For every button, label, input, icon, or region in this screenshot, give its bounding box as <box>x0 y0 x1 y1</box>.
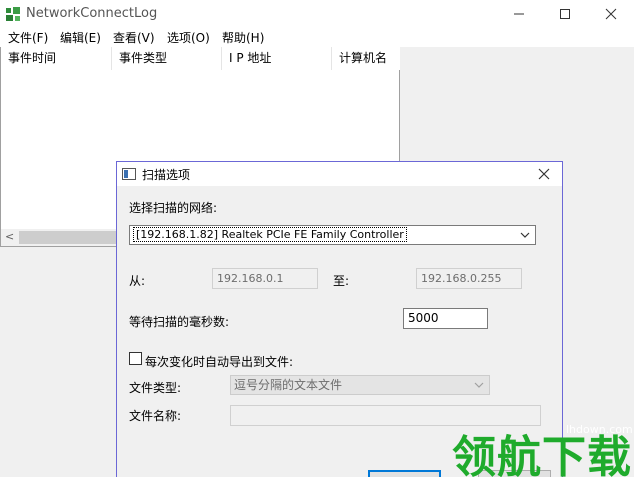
network-select[interactable]: [192.168.1.82] Realtek PCIe FE Family Co… <box>129 225 536 245</box>
to-label: 至: <box>333 274 350 288</box>
scroll-left-icon[interactable]: < <box>5 230 14 243</box>
file-type-value: 逗号分隔的文本文件 <box>234 378 343 392</box>
file-type-select: 逗号分隔的文本文件 <box>230 375 490 395</box>
minimize-button[interactable] <box>496 0 542 28</box>
from-label: 从: <box>129 274 146 288</box>
menu-edit[interactable]: 编辑(E) <box>60 29 101 46</box>
wait-ms-input[interactable]: 5000 <box>403 308 488 329</box>
export-checkbox[interactable] <box>129 352 142 365</box>
dialog-title: 扫描选项 <box>142 168 191 182</box>
menu-help[interactable]: 帮助(H) <box>222 29 264 46</box>
main-titlebar[interactable]: NetworkConnectLog <box>0 0 634 28</box>
column-event-type[interactable]: 事件类型 <box>112 47 222 70</box>
menu-view[interactable]: 查看(V) <box>113 29 155 46</box>
menu-options[interactable]: 选项(O) <box>167 29 210 46</box>
file-name-label: 文件名称: <box>129 409 182 423</box>
column-event-time[interactable]: 事件时间 <box>1 47 112 70</box>
vertical-scrollbar[interactable] <box>617 47 634 477</box>
app-icon <box>6 7 20 21</box>
from-ip-field: 192.168.0.1 <box>212 268 318 289</box>
export-label: 每次变化时自动导出到文件: <box>145 355 294 369</box>
network-select-value: [192.168.1.82] Realtek PCIe FE Family Co… <box>133 227 407 242</box>
dialog-close-icon[interactable] <box>537 167 551 181</box>
dialog-icon <box>122 168 136 180</box>
window-title: NetworkConnectLog <box>26 6 158 21</box>
menu-bar: 文件(F) 编辑(E) 查看(V) 选项(O) 帮助(H) <box>0 28 634 47</box>
menu-file[interactable]: 文件(F) <box>8 29 48 46</box>
file-type-label: 文件类型: <box>129 381 182 395</box>
wait-label: 等待扫描的毫秒数: <box>129 315 230 329</box>
dialog-titlebar[interactable]: 扫描选项 <box>117 162 562 186</box>
close-button[interactable] <box>588 0 634 28</box>
ok-button[interactable] <box>368 470 441 477</box>
chevron-down-icon <box>474 382 484 388</box>
maximize-icon <box>560 9 570 19</box>
column-computer-name[interactable]: 计算机名 <box>332 47 400 70</box>
close-icon <box>605 8 617 20</box>
watermark-url: lhdown.com <box>566 423 633 436</box>
to-ip-field: 192.168.0.255 <box>416 268 522 289</box>
chevron-down-icon <box>520 232 530 238</box>
maximize-button[interactable] <box>542 0 588 28</box>
minimize-icon <box>514 13 524 15</box>
column-ip-address[interactable]: I P 地址 <box>222 47 332 70</box>
network-label: 选择扫描的网络: <box>129 201 218 215</box>
